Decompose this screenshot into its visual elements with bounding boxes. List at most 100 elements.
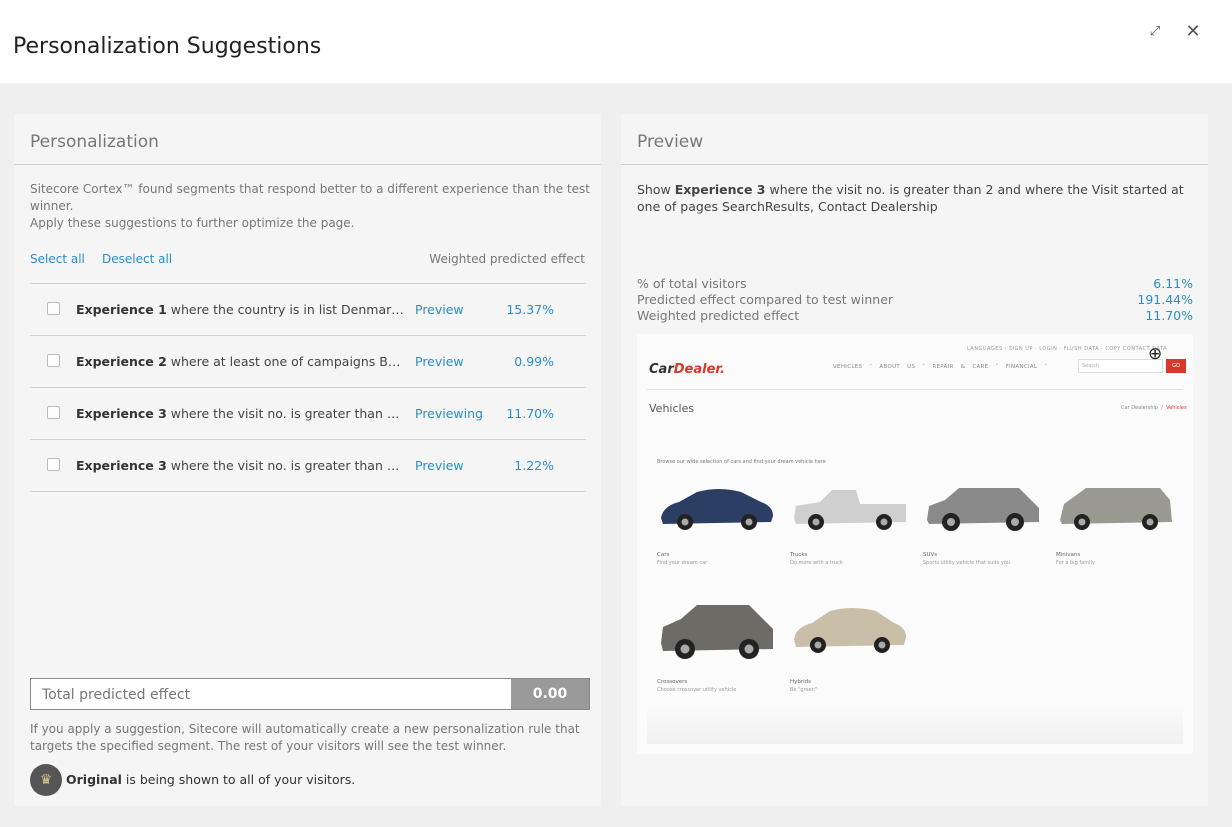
vehicle-name: Trucks (790, 552, 808, 558)
vehicle-card: Minivans For a big family (1056, 484, 1174, 566)
experience-name: Experience 3 (674, 182, 766, 197)
panel-title-preview: Preview (637, 132, 704, 152)
page-preview-screenshot[interactable]: LANGUAGES · SIGN UP · LOGIN · FLUSH DATA… (637, 334, 1193, 754)
vehicle-desc: Find your dream car (657, 560, 708, 566)
site-breadcrumb: Car Dealership / Vehicles (1121, 405, 1187, 411)
stat-label: Weighted predicted effect (637, 308, 800, 323)
hybrid-icon (794, 608, 906, 653)
car-icon (661, 489, 773, 530)
previewing-link[interactable]: Previewing (415, 406, 483, 421)
vehicle-name: Hybrids (790, 679, 812, 685)
suggestion-description: Experience 1 where the country is in lis… (76, 302, 406, 317)
site-logo-a: Car (649, 362, 674, 377)
suggestion-description: Experience 3 where the visit no. is grea… (76, 458, 406, 473)
suggestion-list: Experience 1 where the country is in lis… (30, 283, 586, 492)
minivan-icon (1060, 488, 1172, 530)
stat-value: 191.44% (1137, 292, 1193, 307)
stat-row: % of total visitors 6.11% (637, 276, 1193, 292)
suggestion-checkbox[interactable] (47, 354, 60, 367)
divider (14, 164, 601, 165)
original-rest: is being shown to all of your visitors. (121, 772, 356, 787)
divider (621, 164, 1208, 165)
show-prefix: Show (637, 182, 675, 197)
suggestion-description: Experience 3 where the visit no. is grea… (76, 406, 406, 421)
stat-row: Weighted predicted effect 11.70% (637, 308, 1193, 324)
total-value: 0.00 (511, 679, 589, 709)
intro-line-2: Apply these suggestions to further optim… (30, 216, 355, 230)
vehicle-desc: Be "green" (790, 687, 818, 693)
suggestion-row: Experience 1 where the country is in lis… (30, 284, 586, 336)
stat-value: 11.70% (1145, 308, 1193, 323)
stat-label: % of total visitors (637, 276, 747, 291)
site-divider (647, 389, 1183, 390)
crossover-icon (661, 605, 773, 659)
intro-line-1: Sitecore Cortex™ found segments that res… (30, 182, 590, 213)
site-crumb-b: Vehicles (1166, 405, 1187, 411)
intro-text: Sitecore Cortex™ found segments that res… (30, 181, 590, 232)
weighted-effect-value: 1.22% (514, 458, 554, 473)
dialog-title: Personalization Suggestions (13, 34, 322, 59)
weighted-effect-value: 0.99% (514, 354, 554, 369)
vehicle-desc: Do more with a truck (790, 560, 843, 566)
stat-label: Predicted effect compared to test winner (637, 292, 894, 307)
vehicle-name: Cars (657, 552, 670, 558)
trophy-icon: ♛ (30, 764, 62, 796)
preview-panel: Preview Show Experience 3 where the visi… (621, 114, 1208, 806)
segment-text: where the visit no. is greater than 4 an… (170, 458, 406, 473)
site-footer-fade (647, 704, 1183, 744)
vehicle-name: Minivans (1056, 552, 1081, 558)
vehicle-card: Cars Find your dream car (657, 484, 775, 566)
vehicle-card: Crossovers Choose crossover utility vehi… (657, 599, 775, 693)
site-subtext: Browse our wide selection of cars and fi… (657, 459, 826, 465)
site-top-nav: LANGUAGES · SIGN UP · LOGIN · FLUSH DATA… (967, 346, 1167, 352)
original-label: Original (66, 772, 122, 787)
vehicle-desc: Sports utility vehicle that suits you (923, 560, 1011, 566)
suv-icon (927, 488, 1039, 531)
suggestion-checkbox[interactable] (47, 458, 60, 471)
expand-icon[interactable]: ⤢ (1143, 20, 1167, 44)
weighted-effect-header: Weighted predicted effect (429, 252, 585, 266)
experience-name: Experience 1 (76, 302, 167, 317)
experience-name: Experience 2 (76, 354, 167, 369)
preview-link[interactable]: Preview (415, 302, 464, 317)
select-all-link[interactable]: Select all (30, 252, 85, 266)
original-status-text: Original is being shown to all of your v… (66, 772, 355, 787)
suggestion-description: Experience 2 where at least one of campa… (76, 354, 406, 369)
footnote-text: If you apply a suggestion, Sitecore will… (30, 722, 580, 753)
experience-name: Experience 3 (76, 406, 167, 421)
experience-name: Experience 3 (76, 458, 167, 473)
site-crumb-a: Car Dealership (1121, 405, 1159, 411)
truck-icon (794, 490, 906, 530)
vehicle-card: SUVs Sports utility vehicle that suits y… (923, 484, 1041, 566)
stat-row: Predicted effect compared to test winner… (637, 292, 1193, 308)
dialog-header: Personalization Suggestions ⤢ ✕ (0, 0, 1232, 83)
deselect-all-link[interactable]: Deselect all (102, 252, 172, 266)
vehicle-card: Trucks Do more with a truck (790, 484, 908, 566)
segment-text: where at least one of campaigns Become a… (170, 354, 406, 369)
preview-description: Show Experience 3 where the visit no. is… (637, 181, 1197, 215)
personalization-panel: Personalization Sitecore Cortex™ found s… (14, 114, 601, 806)
site-logo: CarDealer. (649, 362, 725, 377)
segment-text: where the visit no. is greater than 2 an… (170, 406, 406, 421)
segment-text: where the country is in list Denmark, Ne… (170, 302, 406, 317)
vehicle-desc: For a big family (1056, 560, 1095, 566)
zoom-in-icon[interactable]: ⊕ (1148, 344, 1162, 364)
vehicle-card: Hybrids Be "green" (790, 599, 908, 693)
total-predicted-effect: Total predicted effect 0.00 (30, 678, 590, 710)
site-logo-b: Dealer. (673, 362, 725, 377)
total-label: Total predicted effect (42, 687, 191, 703)
vehicle-name: Crossovers (657, 679, 688, 685)
site-heading: Vehicles (649, 402, 695, 415)
weighted-effect-value: 11.70% (506, 406, 554, 421)
close-icon[interactable]: ✕ (1181, 20, 1205, 44)
site-main-nav: VEHICLES ˅ ABOUT US ˅ REPAIR & CARE ˅ FI… (833, 364, 1048, 370)
preview-link[interactable]: Preview (415, 458, 464, 473)
suggestion-row: Experience 2 where at least one of campa… (30, 336, 586, 388)
suggestion-row: Experience 3 where the visit no. is grea… (30, 388, 586, 440)
vehicle-desc: Choose crossover utility vehicle (657, 687, 737, 693)
preview-stats: % of total visitors 6.11% Predicted effe… (637, 276, 1193, 324)
suggestion-checkbox[interactable] (47, 302, 60, 315)
preview-link[interactable]: Preview (415, 354, 464, 369)
panel-title-personalization: Personalization (30, 132, 159, 152)
suggestion-checkbox[interactable] (47, 406, 60, 419)
